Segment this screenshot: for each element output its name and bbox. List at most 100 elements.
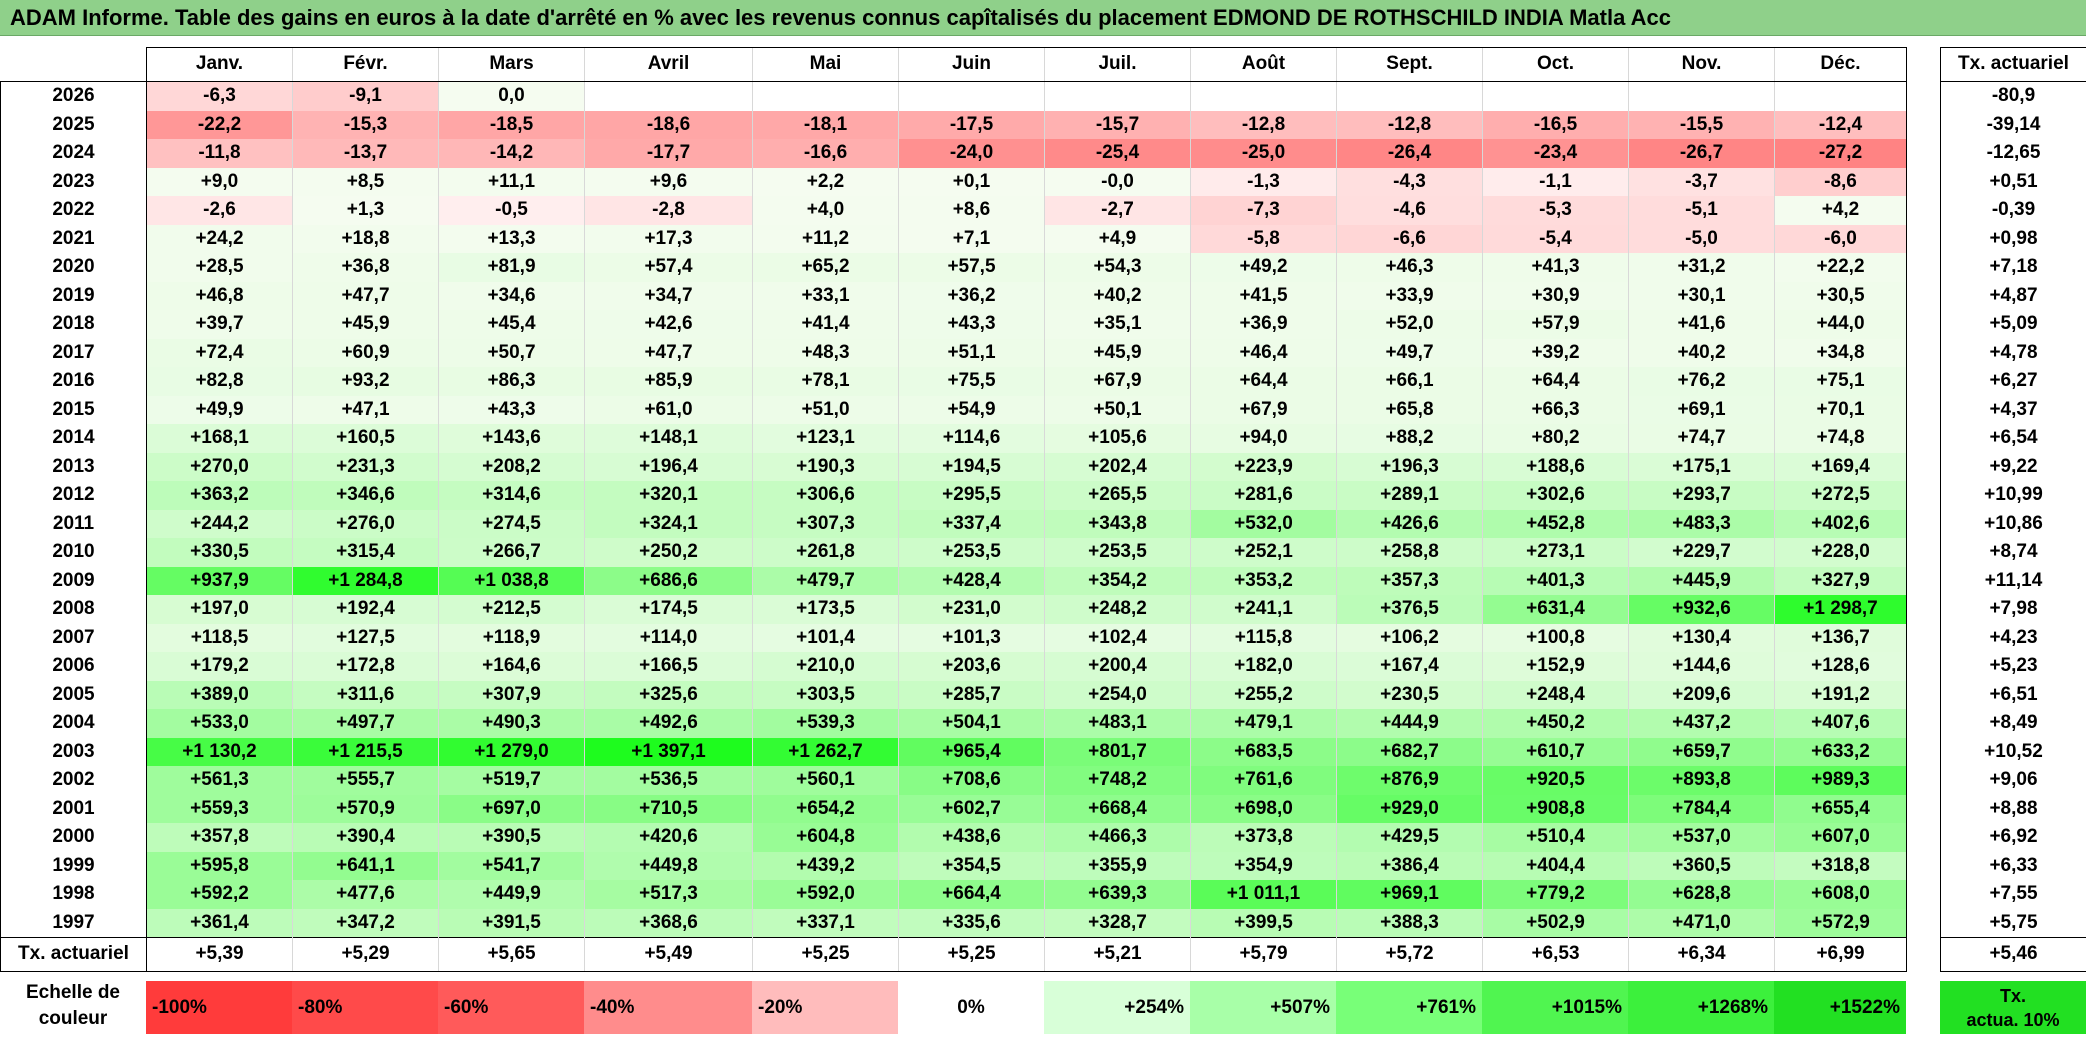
table-row: 1999 +595,8 +641,1 +541,7 +449,8 +439,2 +354,5… xyxy=(0,851,1907,880)
year-label: 2007 xyxy=(0,623,147,652)
footer-label: Tx. actuariel xyxy=(0,937,147,972)
gain-cell: +355,9 xyxy=(1044,851,1191,880)
year-label: 2012 xyxy=(0,481,147,510)
gain-cell: +105,6 xyxy=(1044,424,1191,453)
gain-cell: +285,7 xyxy=(898,680,1045,709)
gain-cell: +47,7 xyxy=(584,338,753,367)
gain-cell: +929,0 xyxy=(1336,794,1483,823)
gain-cell: +64,4 xyxy=(1482,367,1629,396)
rate-cell: +7,18 xyxy=(1940,253,2086,282)
gain-cell: +115,8 xyxy=(1190,623,1337,652)
rate-cell: -12,65 xyxy=(1940,139,2086,168)
gain-cell: +203,6 xyxy=(898,652,1045,681)
rate-cell: -39,14 xyxy=(1940,110,2086,139)
gain-cell: +555,7 xyxy=(292,766,439,795)
gain-cell: +33,9 xyxy=(1336,281,1483,310)
table-row: 2002 +561,3 +555,7 +519,7 +536,5 +560,1 +708,6… xyxy=(0,766,1907,795)
gain-cell: +376,5 xyxy=(1336,595,1483,624)
color-scale-rate-cell: Tx. actua. 10% xyxy=(1940,981,2086,1034)
gain-cell: +784,4 xyxy=(1628,794,1775,823)
gain-cell: +51,0 xyxy=(752,395,899,424)
gain-cell: +354,5 xyxy=(898,851,1045,880)
gain-cell: -14,2 xyxy=(438,139,585,168)
gain-cell: +64,4 xyxy=(1190,367,1337,396)
month-header: Janv. xyxy=(146,47,293,82)
table-row: 2020 +28,5 +36,8 +81,9 +57,4 +65,2 +57,5 +54,3 +… xyxy=(0,253,1907,282)
gain-cell: +559,3 xyxy=(146,794,293,823)
gain-cell: +592,2 xyxy=(146,880,293,909)
gain-cell: +483,1 xyxy=(1044,709,1191,738)
gain-cell: +1 038,8 xyxy=(438,566,585,595)
gain-cell: +307,3 xyxy=(752,509,899,538)
year-label: 2005 xyxy=(0,680,147,709)
gain-cell: +437,2 xyxy=(1628,709,1775,738)
gain-cell: +33,1 xyxy=(752,281,899,310)
year-label: 2023 xyxy=(0,167,147,196)
gain-cell: +8,5 xyxy=(292,167,439,196)
gain-cell: +908,8 xyxy=(1482,794,1629,823)
gain-cell: +497,7 xyxy=(292,709,439,738)
gain-cell xyxy=(1190,81,1337,111)
year-label: 2021 xyxy=(0,224,147,253)
gain-cell: +386,4 xyxy=(1336,851,1483,880)
gain-cell: +34,8 xyxy=(1774,338,1907,367)
color-scale-cell: +761% xyxy=(1336,981,1482,1034)
gain-cell: +270,0 xyxy=(146,452,293,481)
gain-cell: +328,7 xyxy=(1044,908,1191,938)
gain-cell: +100,8 xyxy=(1482,623,1629,652)
gain-cell: -4,6 xyxy=(1336,196,1483,225)
gain-cell: -0,0 xyxy=(1044,167,1191,196)
gain-cell: +401,3 xyxy=(1482,566,1629,595)
gain-cell: +477,6 xyxy=(292,880,439,909)
gain-cell: +639,3 xyxy=(1044,880,1191,909)
rate-cell: +7,98 xyxy=(1940,595,2086,624)
gain-cell: +320,1 xyxy=(584,481,753,510)
month-header: Mars xyxy=(438,47,585,82)
gain-cell: +47,1 xyxy=(292,395,439,424)
gain-cell: +595,8 xyxy=(146,851,293,880)
gain-cell: +11,1 xyxy=(438,167,585,196)
gain-cell xyxy=(898,81,1045,111)
gain-cell: +75,1 xyxy=(1774,367,1907,396)
gain-cell: +315,4 xyxy=(292,538,439,567)
color-scale-cell: -40% xyxy=(584,981,752,1034)
rate-cell: +5,75 xyxy=(1940,908,2086,938)
gain-cell: +241,1 xyxy=(1190,595,1337,624)
gain-cell xyxy=(1044,81,1191,111)
actuarial-rate-table: Tx. actuariel -80,9 -39,14 -12,65 +0,51 -0,39… xyxy=(1940,47,2086,972)
gain-cell: +1 284,8 xyxy=(292,566,439,595)
gain-cell: +261,8 xyxy=(752,538,899,567)
footer-rate-cell: +5,29 xyxy=(292,937,439,972)
year-label: 1997 xyxy=(0,908,147,938)
gain-cell: +330,5 xyxy=(146,538,293,567)
gain-cell: +40,2 xyxy=(1628,338,1775,367)
gain-cell: +402,6 xyxy=(1774,509,1907,538)
gain-cell: +273,1 xyxy=(1482,538,1629,567)
gain-cell: +492,6 xyxy=(584,709,753,738)
month-header: Avril xyxy=(584,47,753,82)
gain-cell: -15,3 xyxy=(292,110,439,139)
gain-cell: +337,4 xyxy=(898,509,1045,538)
gain-cell: -13,7 xyxy=(292,139,439,168)
table-row: 2011 +244,2 +276,0 +274,5 +324,1 +307,3 +337,4… xyxy=(0,509,1907,538)
gain-cell: +293,7 xyxy=(1628,481,1775,510)
gain-cell: +602,7 xyxy=(898,794,1045,823)
gain-cell: +57,9 xyxy=(1482,310,1629,339)
gain-cell: +444,9 xyxy=(1336,709,1483,738)
gain-cell: +41,4 xyxy=(752,310,899,339)
gain-cell: +779,2 xyxy=(1482,880,1629,909)
gain-cell: +604,8 xyxy=(752,823,899,852)
gain-cell: +228,0 xyxy=(1774,538,1907,567)
gain-cell: +479,7 xyxy=(752,566,899,595)
gain-cell: +179,2 xyxy=(146,652,293,681)
gain-cell: +76,2 xyxy=(1628,367,1775,396)
gain-cell: +347,2 xyxy=(292,908,439,938)
gain-cell: +43,3 xyxy=(898,310,1045,339)
gain-cell: 0,0 xyxy=(438,81,585,111)
color-scale-cell: +1522% xyxy=(1774,981,1906,1034)
gain-cell: +452,8 xyxy=(1482,509,1629,538)
gain-cell: +65,2 xyxy=(752,253,899,282)
gain-cell: -24,0 xyxy=(898,139,1045,168)
gain-cell: -12,4 xyxy=(1774,110,1907,139)
table-row: 2016 +82,8 +93,2 +86,3 +85,9 +78,1 +75,5 +67,9 +… xyxy=(0,367,1907,396)
